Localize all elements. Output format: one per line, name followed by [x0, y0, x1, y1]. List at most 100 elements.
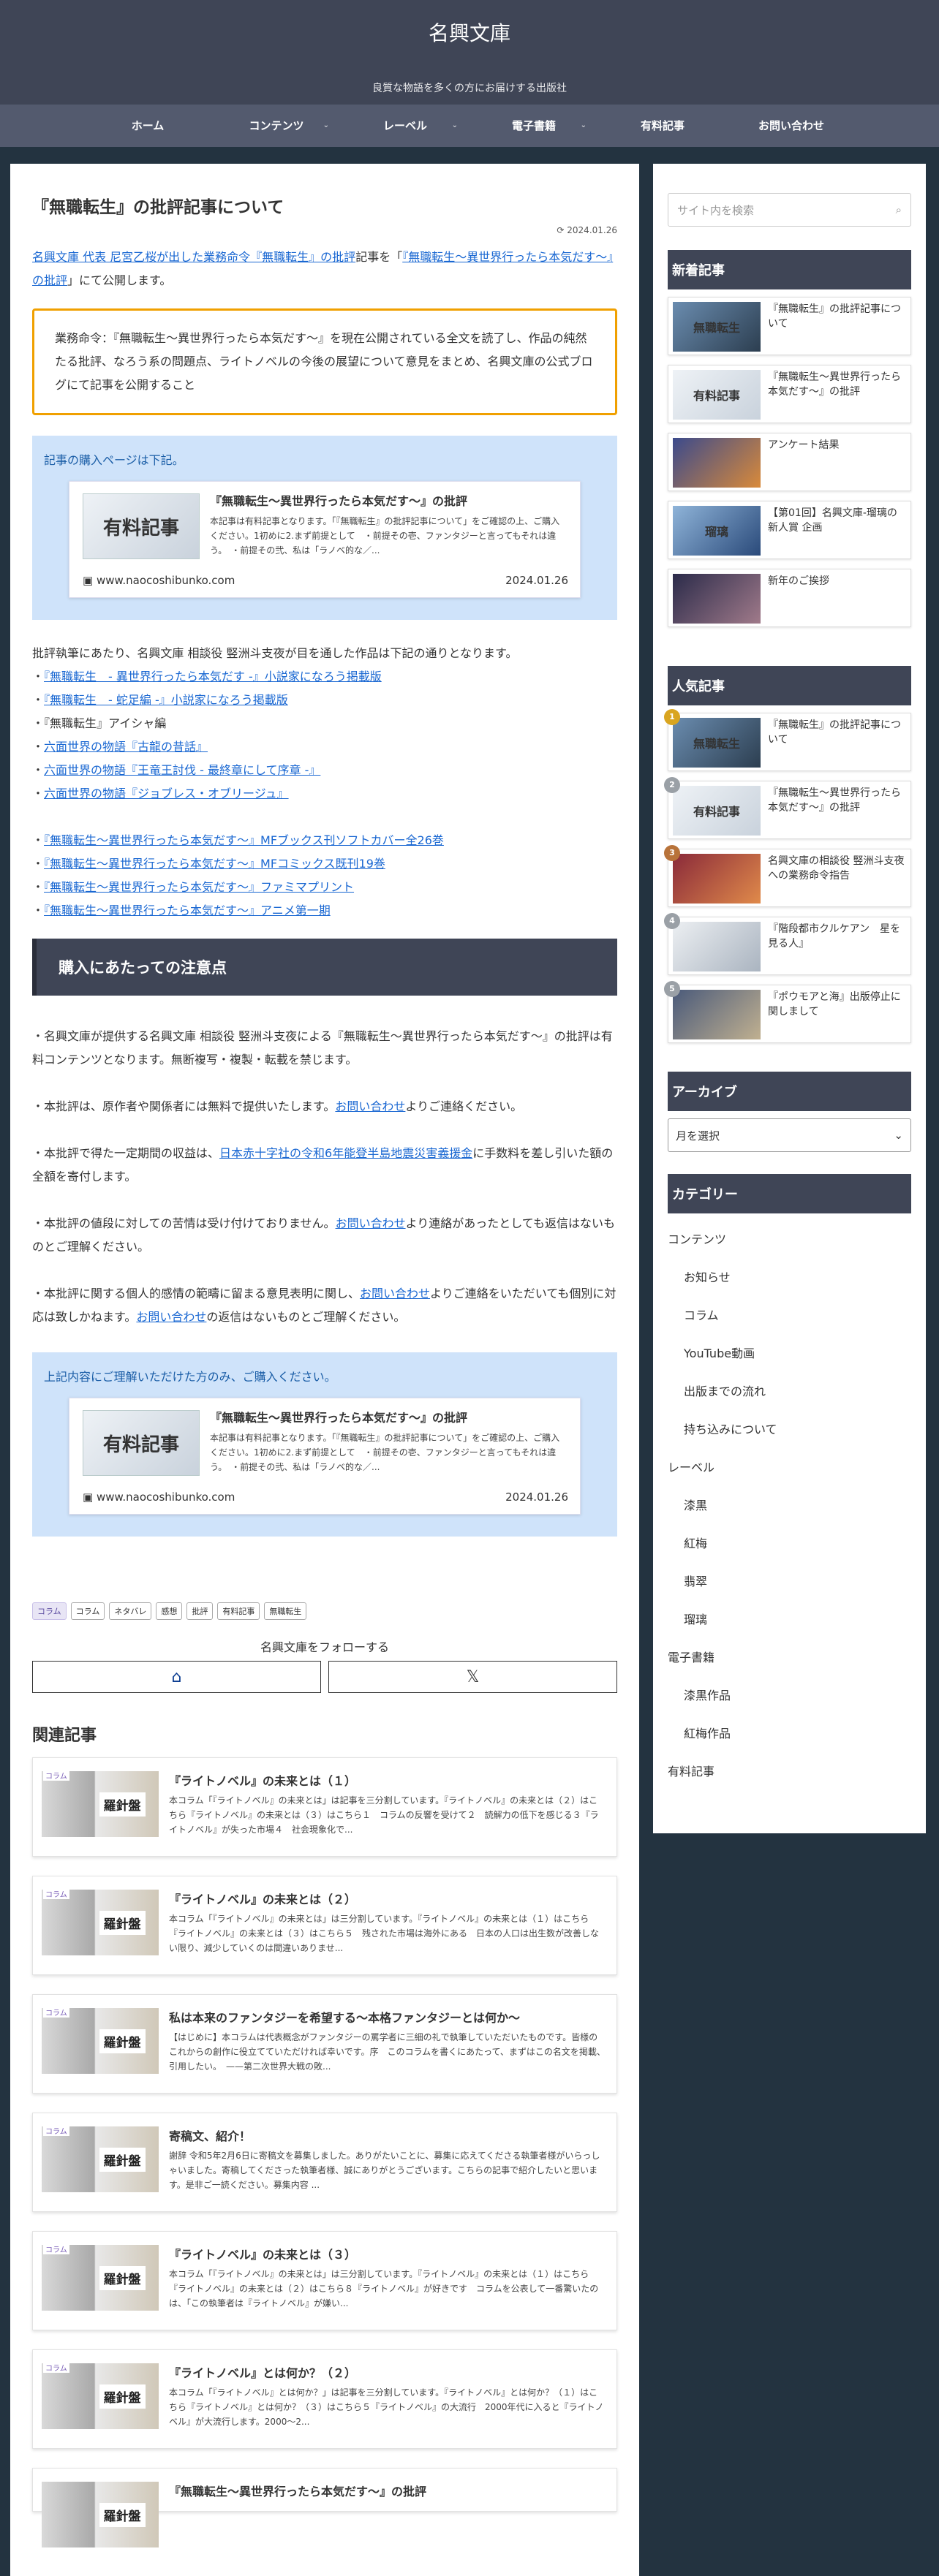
new-post[interactable]: アンケート結果 — [668, 433, 911, 491]
sidebar: サイト内を検索 ⌕ 新着記事 無職転生 『無職転生』の批評記事について 有料記事 『無… — [653, 164, 926, 1833]
category-link[interactable]: レーベル — [668, 1449, 911, 1487]
related-card[interactable]: 羅針盤 コラム 『ライトノベル』の未来とは（１） 本コラム「『ライトノベル』の未来とは… — [32, 1757, 617, 1857]
related-desc: 謝辞 令和5年2月6日に寄稿文を募集しました。ありがたいことに、募集に応えてくだ… — [169, 2151, 600, 2190]
nav-item-2[interactable]: レーベル ⌄ — [341, 105, 470, 147]
site-title[interactable]: 名興文庫 — [0, 18, 939, 47]
category-badge[interactable]: コラム — [32, 1602, 67, 1620]
order-quote-box: 業務命令：『無職転生〜異世界行ったら本気だす〜』を現在公開されている全文を読了し… — [32, 308, 617, 415]
donation-link[interactable]: 日本赤十字社の令和6年能登半島地震災害義援金 — [219, 1146, 472, 1160]
contact-link[interactable]: お問い合わせ — [360, 1287, 430, 1300]
tag-item[interactable]: 批評 — [186, 1602, 214, 1620]
tag-item[interactable]: 感想 — [156, 1602, 183, 1620]
purchase-box-2: 上記内容にご理解いただけた方のみ、ご購入ください。 有料記事 『無職転生〜異世界… — [32, 1352, 617, 1537]
tag-item[interactable]: 無職転生 — [264, 1602, 307, 1620]
popular-post[interactable]: 『階段都市クルケアン 星を見る人』 4 — [664, 913, 911, 975]
search-icon[interactable]: ⌕ — [896, 203, 902, 216]
category-link[interactable]: 紅梅作品 — [668, 1715, 911, 1753]
related-title[interactable]: 私は本来のファンタジーを希望する〜本格ファンタジーとは何か〜 — [169, 2008, 606, 2026]
tag-item[interactable]: コラム — [70, 1602, 105, 1620]
post-title-link[interactable]: 『無職転生』の批評記事について — [768, 718, 906, 747]
category-link[interactable]: 翡翠 — [668, 1563, 911, 1601]
nav-item-3[interactable]: 電子書籍 ⌄ — [470, 105, 598, 147]
nav-item-1[interactable]: コンテンツ ⌄ — [212, 105, 341, 147]
related-card[interactable]: 羅針盤 コラム 寄稿文、紹介！ 謝辞 令和5年2月6日に寄稿文を募集しました。ありがた… — [32, 2113, 617, 2212]
related-card[interactable]: 羅針盤 『無職転生〜異世界行ったら本気だす〜』の批評 — [32, 2468, 617, 2547]
popular-post[interactable]: 有料記事 『無職転生〜異世界行ったら本気だす〜』の批評 2 — [664, 777, 911, 839]
new-posts-heading: 新着記事 — [668, 250, 911, 289]
related-thumbnail: 羅針盤 — [42, 2008, 159, 2074]
works-link[interactable]: 六面世界の物語『古龍の昔話』 — [44, 740, 208, 754]
works-link[interactable]: 『無職転生 - 蛇足編 -』小説家になろう掲載版 — [44, 693, 288, 707]
post-title-link[interactable]: 『ポウモアと海』出版停止に関しまして — [768, 990, 906, 1019]
follow-home-button[interactable]: ⌂ — [32, 1661, 321, 1693]
contact-link[interactable]: お問い合わせ — [335, 1099, 405, 1113]
follow-x-button[interactable]: 𝕏 — [328, 1661, 617, 1693]
card-title[interactable]: 『無職転生〜異世界行ったら本気だす〜』の批評 — [210, 493, 568, 509]
post-title-link[interactable]: 名興文庫の相談役 竪洲斗支夜への業務命令指告 — [768, 854, 906, 883]
related-card[interactable]: 羅針盤 コラム 私は本来のファンタジーを希望する〜本格ファンタジーとは何か〜 【はじめ… — [32, 1994, 617, 2094]
category-link[interactable]: 漆黒 — [668, 1487, 911, 1525]
post-title-link[interactable]: アンケート結果 — [768, 438, 839, 452]
category-link[interactable]: 有料記事 — [668, 1753, 911, 1791]
contact-link[interactable]: お問い合わせ — [136, 1310, 206, 1324]
category-link[interactable]: YouTube動画 — [668, 1335, 911, 1373]
card-site-url: www.naocoshibunko.com — [96, 1490, 235, 1504]
works-link[interactable]: 六面世界の物語『王竜王討伐 - 最終章にして序章 -』 — [44, 763, 320, 777]
post-title-link[interactable]: 【第01回】名興文庫-瑠璃の新人賞 企画 — [768, 506, 906, 535]
works-link[interactable]: 『無職転生〜異世界行ったら本気だす〜』アニメ第一期 — [44, 904, 331, 917]
popular-post[interactable]: 無職転生 『無職転生』の批評記事について 1 — [664, 709, 911, 771]
category-link[interactable]: 電子書籍 — [668, 1639, 911, 1677]
post-title-link[interactable]: 新年のご挨拶 — [768, 574, 829, 588]
works-link[interactable]: 『無職転生〜異世界行ったら本気だす〜』ファミマプリント — [44, 880, 354, 894]
archive-select[interactable]: 月を選択 ⌄ — [668, 1118, 911, 1152]
related-card[interactable]: 羅針盤 コラム 『ライトノベル』とは何か？（２） 本コラム「『ライトノベル』とは何か？… — [32, 2349, 617, 2449]
search-box[interactable]: サイト内を検索 ⌕ — [668, 193, 911, 227]
new-post[interactable]: 有料記事 『無職転生〜異世界行ったら本気だす〜』の批評 — [668, 365, 911, 423]
related-title[interactable]: 『ライトノベル』の未来とは（１） — [169, 1771, 606, 1789]
category-link[interactable]: コンテンツ — [668, 1221, 911, 1259]
new-post[interactable]: 新年のご挨拶 — [668, 569, 911, 627]
blog-card[interactable]: 有料記事 『無職転生〜異世界行ったら本気だす〜』の批評 本記事は有料記事となりま… — [69, 481, 581, 598]
lead-link-1[interactable]: 名興文庫 代表 尼宮乙桜が出した業務命令『無職転生』の批評 — [32, 250, 355, 264]
contact-link[interactable]: お問い合わせ — [336, 1216, 406, 1230]
category-link[interactable]: コラム — [668, 1297, 911, 1335]
category-link[interactable]: 紅梅 — [668, 1525, 911, 1563]
works-link[interactable]: 『無職転生〜異世界行ったら本気だす〜』MFブックス刊ソフトカバー全26巻 — [44, 833, 444, 847]
search-input[interactable]: サイト内を検索 — [677, 202, 754, 218]
works-link[interactable]: 『無職転生 - 異世界行ったら本気だす -』小説家になろう掲載版 — [44, 670, 382, 683]
popular-post[interactable]: 名興文庫の相談役 竪洲斗支夜への業務命令指告 3 — [664, 845, 911, 907]
card-title[interactable]: 『無職転生〜異世界行ったら本気だす〜』の批評 — [210, 1410, 568, 1426]
post-title-link[interactable]: 『無職転生〜異世界行ったら本気だす〜』の批評 — [768, 786, 906, 815]
tag-item[interactable]: 有料記事 — [217, 1602, 260, 1620]
related-title[interactable]: 『ライトノベル』の未来とは（３） — [169, 2245, 606, 2262]
post-title-link[interactable]: 『無職転生〜異世界行ったら本気だす〜』の批評 — [768, 370, 906, 399]
works-link[interactable]: 六面世界の物語『ジョブレス・オブリージュ』 — [44, 787, 289, 800]
related-category: コラム — [43, 1770, 69, 1781]
works-item: 『無職転生〜異世界行ったら本気だす〜』MFコミックス既刊19巻 — [32, 852, 617, 876]
nav-item-4[interactable]: 有料記事 — [598, 105, 727, 147]
category-link[interactable]: お知らせ — [668, 1259, 911, 1297]
new-post[interactable]: 無職転生 『無職転生』の批評記事について — [668, 297, 911, 355]
related-category: コラム — [43, 2125, 69, 2136]
works-item: 『無職転生〜異世界行ったら本気だす〜』アニメ第一期 — [32, 899, 617, 923]
tag-item[interactable]: ネタバレ — [109, 1602, 152, 1620]
blog-card[interactable]: 有料記事 『無職転生〜異世界行ったら本気だす〜』の批評 本記事は有料記事となりま… — [69, 1398, 581, 1515]
post-title-link[interactable]: 『無職転生』の批評記事について — [768, 302, 906, 331]
nav-item-0[interactable]: ホーム — [83, 105, 212, 147]
popular-post[interactable]: 『ポウモアと海』出版停止に関しまして 5 — [664, 981, 911, 1043]
new-post[interactable]: 瑠璃 【第01回】名興文庫-瑠璃の新人賞 企画 — [668, 501, 911, 559]
related-title[interactable]: 寄稿文、紹介！ — [169, 2126, 606, 2144]
purchase-box: 記事の購入ページは下記。 有料記事 『無職転生〜異世界行ったら本気だす〜』の批評… — [32, 436, 617, 620]
category-link[interactable]: 漆黒作品 — [668, 1677, 911, 1715]
related-title[interactable]: 『無職転生〜異世界行ったら本気だす〜』の批評 — [169, 2482, 606, 2499]
related-card[interactable]: 羅針盤 コラム 『ライトノベル』の未来とは（２） 本コラム「『ライトノベル』の未来とは… — [32, 1876, 617, 1975]
nav-item-5[interactable]: お問い合わせ — [727, 105, 856, 147]
category-link[interactable]: 出版までの流れ — [668, 1373, 911, 1411]
post-title-link[interactable]: 『階段都市クルケアン 星を見る人』 — [768, 922, 906, 951]
works-link[interactable]: 『無職転生〜異世界行ったら本気だす〜』MFコミックス既刊19巻 — [44, 857, 385, 871]
category-link[interactable]: 持ち込みについて — [668, 1411, 911, 1449]
related-title[interactable]: 『ライトノベル』の未来とは（２） — [169, 1890, 606, 1907]
related-card[interactable]: 羅針盤 コラム 『ライトノベル』の未来とは（３） 本コラム「『ライトノベル』の未来とは… — [32, 2231, 617, 2330]
related-title[interactable]: 『ライトノベル』とは何か？（２） — [169, 2363, 606, 2381]
category-link[interactable]: 瑠璃 — [668, 1601, 911, 1639]
